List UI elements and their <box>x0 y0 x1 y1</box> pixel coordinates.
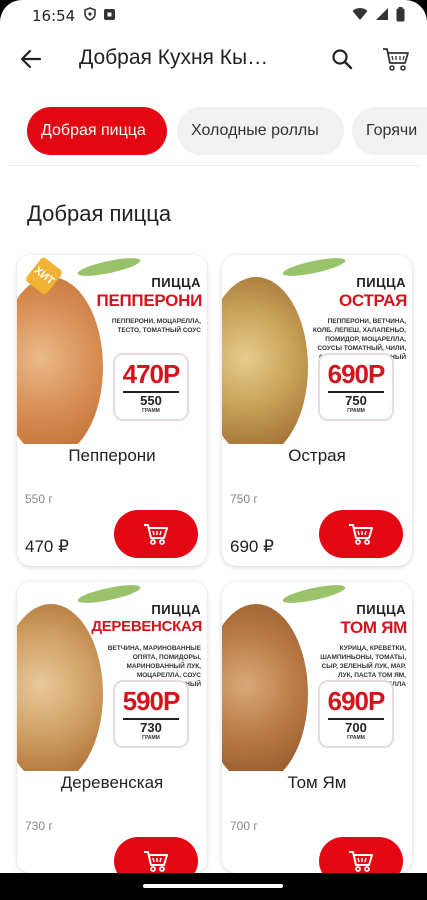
product-image[interactable]: ПИЦЦА ОСТРАЯ ПЕППЕРОНИ, ВЕТЧИНА, КОЛБ. Л… <box>222 255 412 444</box>
category-chip-dobraya-pizza[interactable]: Добрая пицца <box>27 107 167 155</box>
promo-weight: 730 <box>123 718 179 735</box>
system-nav-bar <box>0 873 427 900</box>
product-image[interactable]: ХИТ ПИЦЦА ПЕППЕРОНИ ПЕППЕРОНИ, МОЦАРЕЛЛА… <box>17 255 207 444</box>
promo-unit: ГРАММ <box>142 735 160 741</box>
product-weight: 730 г <box>25 819 53 833</box>
decor-leaf <box>281 582 347 607</box>
cart-icon <box>144 851 168 872</box>
promo-name: ТОМ ЯМ <box>340 618 407 637</box>
promo-price: 690Р <box>327 359 386 389</box>
decor-leaf <box>76 255 142 280</box>
promo-weight: 750 <box>328 391 384 408</box>
shield-icon <box>83 7 97 25</box>
pizza-image <box>17 604 103 771</box>
product-name: Острая <box>288 446 346 465</box>
promo-label: ПИЦЦА <box>151 602 201 617</box>
promo-weight: 700 <box>328 718 384 735</box>
product-name: Том Ям <box>287 773 347 792</box>
cart-button[interactable] <box>381 44 411 74</box>
promo-label: ПИЦЦА <box>356 602 406 617</box>
product-price: 690 ₽ <box>230 537 274 556</box>
product-name: Деревенская <box>60 773 164 792</box>
search-icon <box>332 49 353 70</box>
category-tabs: Добрая пицца Холодные роллы Горячи <box>0 104 427 158</box>
promo-description: ПЕППЕРОНИ, МОЦАРЕЛЛА, ТЕСТО, ТОМАТНЫЙ СО… <box>111 318 201 334</box>
product-name: Пепперони <box>68 446 156 465</box>
promo-price-badge: 590Р 730 ГРАММ <box>113 680 189 748</box>
add-to-cart-button[interactable] <box>114 510 198 558</box>
promo-label: ПИЦЦА <box>151 275 201 290</box>
product-card-ostraya[interactable]: ПИЦЦА ОСТРАЯ ПЕППЕРОНИ, ВЕТЧИНА, КОЛБ. Л… <box>222 255 412 566</box>
app-bar: Добрая Кухня Кы… <box>0 34 427 84</box>
pizza-image <box>222 277 308 444</box>
product-card-tom-yam[interactable]: ПИЦЦА ТОМ ЯМ КУРИЦА, КРЕВЕТКИ, ШАМПИНЬОН… <box>222 582 412 873</box>
product-weight: 700 г <box>230 819 258 833</box>
promo-unit: ГРАММ <box>142 408 160 414</box>
wifi-icon <box>352 7 368 25</box>
section-title: Добрая пицца <box>27 201 172 226</box>
back-button[interactable] <box>18 46 44 72</box>
battery-icon <box>396 6 405 26</box>
category-chip-hot[interactable]: Горячи <box>352 107 427 155</box>
promo-price: 690Р <box>327 686 386 716</box>
status-time: 16:54 <box>32 7 76 25</box>
notification-icon <box>103 7 116 25</box>
promo-price: 590Р <box>122 686 181 716</box>
product-weight: 550 г <box>25 492 53 506</box>
category-chip-cold-rolls[interactable]: Холодные роллы <box>177 107 344 155</box>
app-screen: 16:54 Добрая Кухня Кы… Добрая пицца Холо… <box>0 0 427 900</box>
add-to-cart-button[interactable] <box>319 837 403 873</box>
promo-name: ДЕРЕВЕНСКАЯ <box>91 618 202 635</box>
signal-icon <box>375 7 389 25</box>
product-image[interactable]: ПИЦЦА ТОМ ЯМ КУРИЦА, КРЕВЕТКИ, ШАМПИНЬОН… <box>222 582 412 771</box>
product-image[interactable]: ПИЦЦА ДЕРЕВЕНСКАЯ ВЕТЧИНА, МАРИНОВАННЫЕ … <box>17 582 207 771</box>
cart-icon <box>383 48 409 71</box>
back-arrow-icon <box>20 49 42 69</box>
promo-price-badge: 470Р 550 ГРАММ <box>113 353 189 421</box>
promo-name: ПЕППЕРОНИ <box>96 291 203 310</box>
promo-unit: ГРАММ <box>347 408 365 414</box>
promo-price: 470Р <box>122 359 181 389</box>
add-to-cart-button[interactable] <box>114 837 198 873</box>
promo-price-badge: 690Р 750 ГРАММ <box>318 353 394 421</box>
product-card-derevenskaya[interactable]: ПИЦЦА ДЕРЕВЕНСКАЯ ВЕТЧИНА, МАРИНОВАННЫЕ … <box>17 582 207 873</box>
search-button[interactable] <box>328 45 356 73</box>
home-gesture-handle[interactable] <box>143 884 283 888</box>
cart-icon <box>349 851 373 872</box>
promo-weight: 550 <box>123 391 179 408</box>
pizza-image <box>17 277 103 444</box>
cart-icon <box>144 524 168 545</box>
add-to-cart-button[interactable] <box>319 510 403 558</box>
page-title: Добрая Кухня Кы… <box>79 46 269 69</box>
promo-unit: ГРАММ <box>347 735 365 741</box>
pizza-image <box>222 604 308 771</box>
product-price: 470 ₽ <box>25 537 69 556</box>
product-weight: 750 г <box>230 492 258 506</box>
promo-label: ПИЦЦА <box>356 275 406 290</box>
promo-price-badge: 690Р 700 ГРАММ <box>318 680 394 748</box>
cart-icon <box>349 524 373 545</box>
product-card-pepperoni[interactable]: ХИТ ПИЦЦА ПЕППЕРОНИ ПЕППЕРОНИ, МОЦАРЕЛЛА… <box>17 255 207 566</box>
divider <box>8 165 419 166</box>
decor-leaf <box>76 582 142 607</box>
decor-leaf <box>281 255 347 280</box>
promo-name: ОСТРАЯ <box>338 291 407 310</box>
status-bar: 16:54 <box>0 0 427 32</box>
